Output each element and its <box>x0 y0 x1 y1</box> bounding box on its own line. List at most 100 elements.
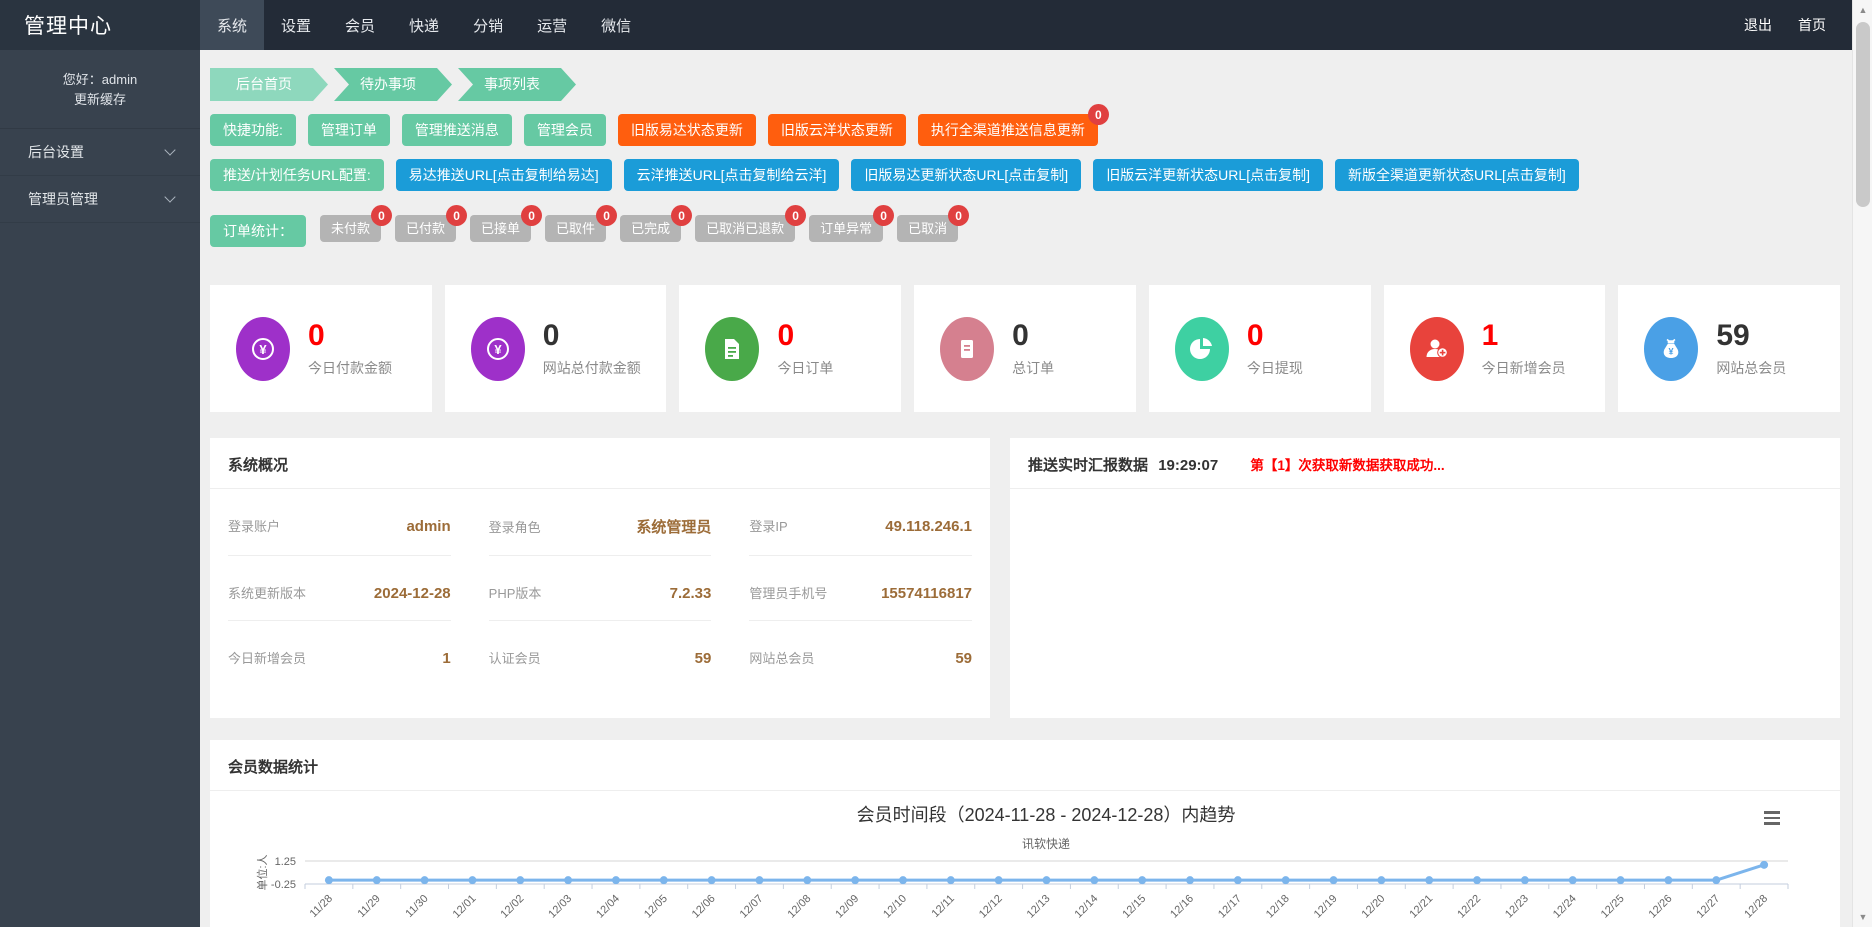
push-report-message: 第【1】次获取新数据获取成功... <box>1250 458 1444 473</box>
scrollbar-thumb[interactable] <box>1856 22 1870 207</box>
greeting-text: 您好：admin <box>0 70 200 90</box>
nav-item-微信[interactable]: 微信 <box>584 0 648 50</box>
order-status-未付款[interactable]: 未付款0 <box>320 215 381 242</box>
copy-url-button-云洋推送URL[点击复制给云洋][interactable]: 云洋推送URL[点击复制给云洋] <box>624 159 840 191</box>
svg-text:12/04: 12/04 <box>594 893 622 921</box>
sidebar-item-label: 管理员管理 <box>28 189 98 209</box>
svg-text:12/24: 12/24 <box>1551 893 1579 921</box>
system-overview-grid: 登录账户admin登录角色系统管理员登录IP49.118.246.1系统更新版本… <box>210 489 990 685</box>
quick-button-管理订单[interactable]: 管理订单 <box>308 114 390 146</box>
quick-button-管理会员[interactable]: 管理会员 <box>524 114 606 146</box>
overview-cell-登录IP: 登录IP49.118.246.1 <box>749 489 972 556</box>
svg-text:12/03: 12/03 <box>546 893 574 921</box>
stat-card-text: 0网站总付款金额 <box>543 320 641 378</box>
refresh-cache-link[interactable]: 更新缓存 <box>74 92 126 107</box>
action-button-旧版易达状态更新[interactable]: 旧版易达状态更新 <box>618 114 756 146</box>
action-button-执行全渠道推送信息更新[interactable]: 执行全渠道推送信息更新0 <box>918 114 1098 146</box>
nav-item-会员[interactable]: 会员 <box>328 0 392 50</box>
svg-text:12/26: 12/26 <box>1647 893 1675 921</box>
order-status-已付款[interactable]: 已付款0 <box>395 215 456 242</box>
sidebar-item-管理员管理[interactable]: 管理员管理 <box>0 176 200 223</box>
svg-text:¥: ¥ <box>494 342 502 357</box>
stat-card-value: 0 <box>308 320 392 352</box>
top-navbar: 管理中心 系统设置会员快递分销运营微信 退出 首页 <box>0 0 1852 50</box>
breadcrumb: 后台首页 待办事项 事项列表 <box>210 68 1840 101</box>
svg-text:12/23: 12/23 <box>1503 893 1531 921</box>
count-badge: 0 <box>521 205 542 226</box>
nav-item-系统[interactable]: 系统 <box>200 0 264 50</box>
count-badge: 0 <box>785 205 806 226</box>
push-report-header: 推送实时汇报数据 19:29:07 第【1】次获取新数据获取成功... <box>1010 438 1840 489</box>
scroll-up-icon[interactable]: ▲ <box>1853 0 1872 20</box>
order-status-订单异常[interactable]: 订单异常0 <box>809 215 883 242</box>
copy-url-button-新版全渠道更新状态URL[点击复制][interactable]: 新版全渠道更新状态URL[点击复制] <box>1335 159 1579 191</box>
action-button-旧版云洋状态更新[interactable]: 旧版云洋状态更新 <box>768 114 906 146</box>
svg-text:12/20: 12/20 <box>1360 893 1388 921</box>
breadcrumb-todo[interactable]: 待办事项 <box>334 68 452 101</box>
stat-card-text: 59 网站总会员 <box>1716 320 1786 378</box>
page-scrollbar[interactable]: ▲ ▼ <box>1852 0 1872 927</box>
quick-actions-row: 快捷功能: 管理订单管理推送消息管理会员旧版易达状态更新旧版云洋状态更新执行全渠道… <box>210 114 1840 146</box>
stat-card-text: 0今日提现 <box>1247 320 1303 378</box>
push-report-time: 19:29:07 <box>1158 457 1218 474</box>
overview-label: 登录角色 <box>489 517 541 536</box>
svg-text:12/09: 12/09 <box>833 893 861 921</box>
overview-cell-网站总会员: 网站总会员59 <box>749 621 972 685</box>
sidebar-menu: 后台设置管理员管理 <box>0 129 200 223</box>
overview-value: 59 <box>695 650 712 667</box>
svg-text:12/27: 12/27 <box>1694 893 1722 921</box>
svg-text:单位:人: 单位:人 <box>255 854 269 890</box>
nav-item-快递[interactable]: 快递 <box>392 0 456 50</box>
quick-functions-label: 快捷功能: <box>210 114 296 146</box>
nav-item-分销[interactable]: 分销 <box>456 0 520 50</box>
svg-text:11/29: 11/29 <box>356 893 383 920</box>
svg-text:12/06: 12/06 <box>690 893 718 921</box>
copy-url-button-旧版云洋更新状态URL[点击复制][interactable]: 旧版云洋更新状态URL[点击复制] <box>1093 159 1323 191</box>
order-status-已取消已退款[interactable]: 已取消已退款0 <box>695 215 795 242</box>
stat-card-今日新增会员: 1今日新增会员 <box>1384 285 1606 412</box>
overview-label: 认证会员 <box>489 648 541 667</box>
copy-url-button-易达推送URL[点击复制给易达][interactable]: 易达推送URL[点击复制给易达] <box>396 159 612 191</box>
home-link[interactable]: 首页 <box>1798 15 1826 35</box>
count-badge: 0 <box>446 205 467 226</box>
scroll-down-icon[interactable]: ▼ <box>1853 907 1872 927</box>
stat-card-label: 网站总付款金额 <box>543 358 641 378</box>
order-status-已取件[interactable]: 已取件0 <box>545 215 606 242</box>
app-logo: 管理中心 <box>0 0 200 50</box>
order-status-已取消[interactable]: 已取消0 <box>897 215 958 242</box>
stat-cards-row: ¥0今日付款金额¥0网站总付款金额0今日订单0总订单0今日提现1今日新增会员¥5… <box>210 285 1840 412</box>
count-badge: 0 <box>873 205 894 226</box>
pie-icon <box>1175 317 1229 381</box>
svg-text:12/28: 12/28 <box>1742 893 1770 921</box>
svg-text:12/22: 12/22 <box>1455 893 1483 921</box>
stat-card-网站总付款金额: ¥0网站总付款金额 <box>445 285 667 412</box>
nav-item-运营[interactable]: 运营 <box>520 0 584 50</box>
breadcrumb-list[interactable]: 事项列表 <box>458 68 576 101</box>
member-trend-chart: 会员时间段（2024-11-28 - 2024-12-28）内趋势讯软快递1.2… <box>210 791 1830 927</box>
breadcrumb-home[interactable]: 后台首页 <box>210 68 328 101</box>
chevron-down-icon <box>164 191 175 202</box>
svg-text:12/14: 12/14 <box>1073 893 1101 921</box>
overview-label: 管理员手机号 <box>749 583 827 602</box>
stat-card-label: 网站总会员 <box>1716 358 1786 378</box>
overview-value: 系统管理员 <box>636 516 711 537</box>
copy-url-button-旧版易达更新状态URL[点击复制][interactable]: 旧版易达更新状态URL[点击复制] <box>851 159 1081 191</box>
order-status-已完成[interactable]: 已完成0 <box>620 215 681 242</box>
overview-label: 今日新增会员 <box>228 648 306 667</box>
count-badge: 0 <box>596 205 617 226</box>
stat-card-value: 59 <box>1716 320 1786 352</box>
quick-button-管理推送消息[interactable]: 管理推送消息 <box>402 114 512 146</box>
layout: 您好：admin 更新缓存 后台设置管理员管理 后台首页 待办事项 事项列表 快… <box>0 50 1852 927</box>
overview-cell-认证会员: 认证会员 59 <box>489 621 712 685</box>
stat-card-value: 0 <box>777 320 833 352</box>
logout-link[interactable]: 退出 <box>1744 15 1772 35</box>
svg-text:-0.25: -0.25 <box>271 879 296 891</box>
overview-value: 1 <box>442 650 450 667</box>
svg-text:12/13: 12/13 <box>1025 893 1053 921</box>
order-status-已接单[interactable]: 已接单0 <box>470 215 531 242</box>
chart-menu-icon[interactable] <box>1760 807 1784 829</box>
sidebar-item-后台设置[interactable]: 后台设置 <box>0 129 200 176</box>
svg-text:12/18: 12/18 <box>1264 893 1292 921</box>
nav-item-设置[interactable]: 设置 <box>264 0 328 50</box>
panels-row: 系统概况 登录账户admin登录角色系统管理员登录IP49.118.246.1系… <box>210 438 1840 718</box>
